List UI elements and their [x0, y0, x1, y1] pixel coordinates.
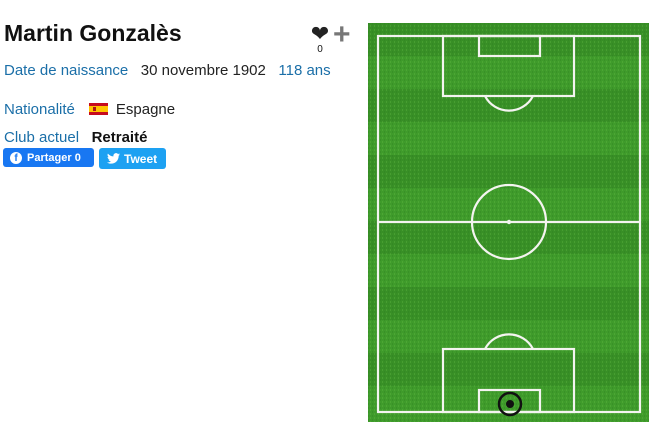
spain-flag-icon	[88, 103, 108, 115]
tweet-button[interactable]: Tweet	[99, 148, 166, 169]
club-row: Club actuel Retraité	[4, 129, 147, 146]
favorite-count: 0	[317, 44, 323, 55]
tweet-label: Tweet	[124, 151, 158, 166]
age[interactable]: 118 ans	[278, 62, 330, 79]
nationality-row: Nationalité Espagne	[4, 101, 175, 118]
birth-label[interactable]: Date de naissance	[4, 62, 128, 79]
nationality-value: Espagne	[115, 101, 176, 118]
twitter-bird-icon	[107, 153, 120, 164]
favorite-button[interactable]: ❤ 0	[307, 21, 333, 55]
add-icon[interactable]: +	[333, 20, 351, 50]
football-pitch	[368, 23, 649, 422]
birth-date: 30 novembre 1902	[140, 62, 266, 79]
facebook-share-label: Partager 0	[27, 151, 81, 164]
player-name: Martin Gonzalès	[4, 20, 182, 46]
birth-row: Date de naissance 30 novembre 1902 118 a…	[4, 62, 331, 79]
facebook-share-button[interactable]: f Partager 0	[3, 148, 94, 167]
center-spot	[506, 219, 512, 225]
heart-icon: ❤	[310, 21, 330, 46]
facebook-icon: f	[10, 151, 22, 164]
club-label[interactable]: Club actuel	[4, 129, 79, 146]
club-value: Retraité	[91, 129, 148, 146]
nationality-label[interactable]: Nationalité	[4, 101, 75, 118]
